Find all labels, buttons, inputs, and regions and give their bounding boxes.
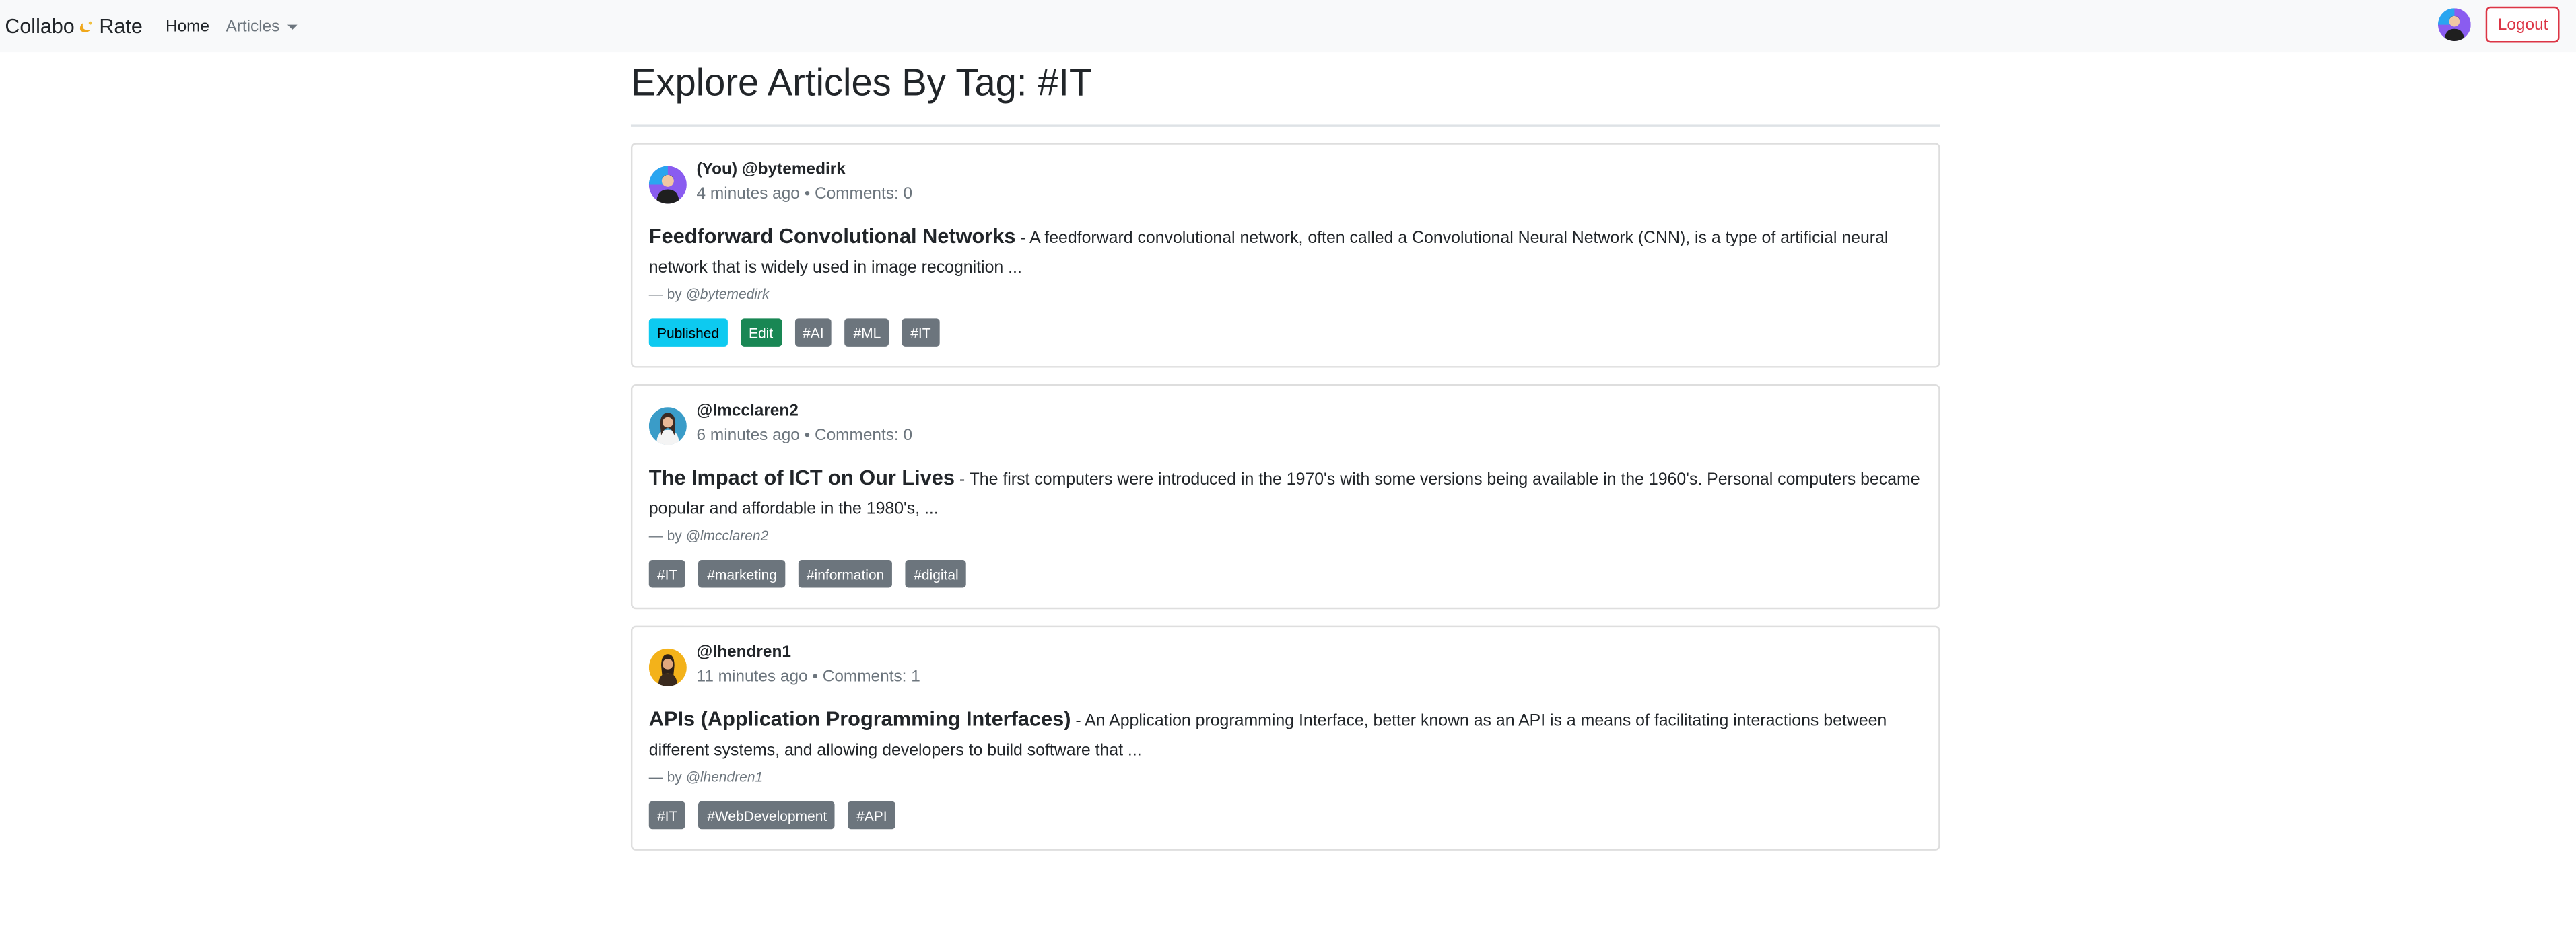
meta-separator: • [812,668,823,686]
tag-badge[interactable]: #IT [648,801,686,830]
meta-separator: • [804,185,815,204]
article-card: @lhendren1 11 minutes ago • Comments: 1 … [630,625,1940,851]
tag-badge[interactable]: #IT [902,318,939,347]
nav-articles-dropdown[interactable]: Articles [226,17,298,36]
post-meta: 11 minutes ago • Comments: 1 [697,668,920,688]
post-time: 11 minutes ago [696,668,808,686]
edit-button[interactable]: Edit [740,318,782,347]
caret-down-icon [287,24,298,29]
crescent-logo-icon [78,17,96,36]
author-avatar[interactable] [648,648,687,686]
logout-button[interactable]: Logout [2486,6,2560,43]
meta-separator: • [804,427,815,445]
article-badges: Published Edit #AI #ML #IT [648,318,1922,347]
tag-badge[interactable]: #AI [794,318,832,347]
post-meta: 4 minutes ago • Comments: 0 [697,186,913,205]
top-navbar: Collabo Rate Home Articles Logout [0,0,2576,53]
brand-text-left: Collabo [5,14,75,38]
nav-links: Home Articles [166,17,298,36]
article-title-link[interactable]: APIs (Application Programming Interfaces… [649,708,1071,731]
article-badges: #IT #marketing #information #digital [648,560,1922,588]
comment-count: Comments: 0 [814,427,913,445]
article-card: (You) @bytemedirk 4 minutes ago • Commen… [630,143,1940,368]
article-title-link[interactable]: The Impact of ICT on Our Lives [649,466,955,489]
article-summary: APIs (Application Programming Interfaces… [649,705,1922,767]
tag-badge[interactable]: #WebDevelopment [699,801,836,830]
article-summary: The Impact of ICT on Our Lives - The fir… [649,463,1922,526]
author-handle[interactable]: @lmcclaren2 [697,402,913,422]
page-title: Explore Articles By Tag: #IT [630,61,1093,104]
byline-handle: @bytemedirk [685,285,770,302]
article-badges: #IT #WebDevelopment #API [648,801,1922,830]
comment-count: Comments: 0 [814,185,913,204]
article-summary: Feedforward Convolutional Networks - A f… [649,221,1922,284]
nav-home-link[interactable]: Home [166,17,209,36]
post-time: 4 minutes ago [696,185,800,204]
tag-badge[interactable]: #IT [648,560,686,588]
tag-badge[interactable]: #API [848,801,895,830]
author-handle[interactable]: @lhendren1 [697,643,920,663]
tag-badge[interactable]: #digital [906,560,967,588]
status-badge: Published [648,318,728,347]
author-avatar[interactable] [648,166,687,204]
byline-handle: @lhendren1 [685,768,764,785]
article-byline: — by @bytemedirk [648,285,770,302]
author-avatar[interactable] [648,407,687,445]
byline-handle: @lmcclaren2 [685,527,769,544]
page: Collabo Rate Home Articles Logout Explor… [0,0,2576,928]
title-divider [630,124,1940,127]
article-byline: — by @lmcclaren2 [648,527,769,544]
user-avatar[interactable] [2438,8,2472,41]
tag-badge[interactable]: #ML [845,318,889,347]
nav-right: Logout [2438,6,2560,43]
article-byline: — by @lhendren1 [648,768,764,785]
post-meta: 6 minutes ago • Comments: 0 [697,427,913,446]
tag-badge[interactable]: #information [798,560,893,588]
main-content: Explore Articles By Tag: #IT (You) @byte… [630,52,1940,851]
article-title-link[interactable]: Feedforward Convolutional Networks [649,225,1016,248]
post-time: 6 minutes ago [696,427,800,445]
article-card: @lmcclaren2 6 minutes ago • Comments: 0 … [630,384,1940,610]
author-handle[interactable]: (You) @bytemedirk [697,161,913,180]
comment-count: Comments: 1 [822,668,920,686]
brand-logo[interactable]: Collabo Rate [5,15,142,38]
nav-articles-label: Articles [226,17,280,36]
tag-badge[interactable]: #marketing [699,560,786,588]
brand-text-right: Rate [99,14,143,38]
